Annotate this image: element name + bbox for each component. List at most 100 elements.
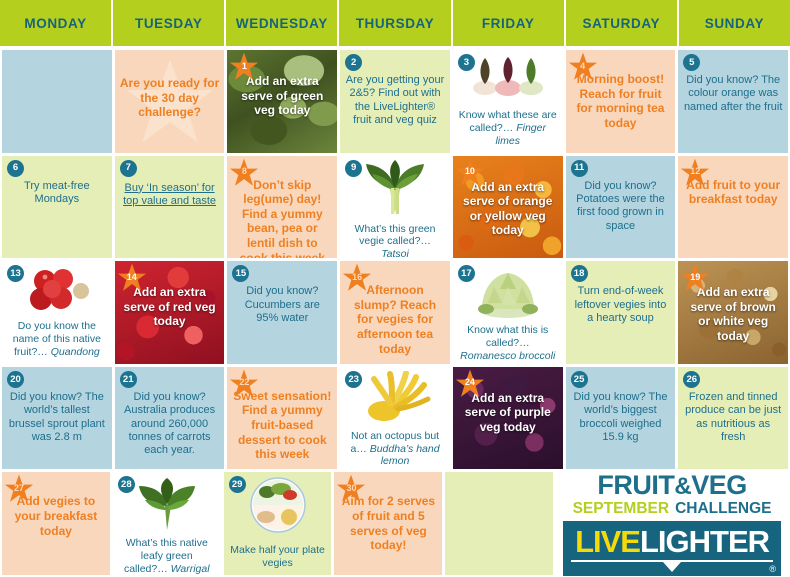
day-number-star-16: 16 [342,263,372,292]
weekday-header-sunday: SUNDAY [678,0,790,46]
calendar-grid: Are you ready for the 30 day challenge? 1… [0,48,790,577]
day-number-star-14: 14 [117,263,147,292]
day-number-7: 7 [119,159,137,177]
caption-text: Know what this is called?… [467,324,549,349]
promo-cell[interactable]: Are you ready for the 30 day challenge? [114,50,225,153]
day-number-25: 25 [570,370,588,388]
calendar-day-23[interactable]: 23 Not an octopus but a… Buddha’s hand le… [340,366,450,470]
day-number-6: 6 [7,159,24,177]
day-number-star-8: 8 [229,158,259,187]
calendar-day-9[interactable]: 9 What’s this green vegie called?… Tatsoi [340,155,450,259]
day-number-23: 23 [345,370,363,388]
weekday-header-wednesday: WEDNESDAY [226,0,340,46]
calendar-day-7[interactable]: 7 Buy ‘In season’ for top value and taste [114,155,225,259]
day-action-text: Afternoon slump? Reach for vegies for af… [354,283,437,356]
logo-title: FRUIT&VEG [563,472,781,499]
calendar-day-25[interactable]: 25 Did you know? The world’s biggest broc… [565,366,676,470]
calendar-day-14[interactable]: 14 Add an extra serve of red veg today [114,261,225,364]
day-number-star-30: 30 [336,474,366,503]
weekday-header-saturday: SATURDAY [565,0,679,46]
day-number-3: 3 [457,54,475,71]
caption-text: Make half your plate vegies [230,544,325,570]
calendar-day-5[interactable]: 5 Did you know? The colour orange was nam… [678,50,789,153]
calendar-day-6[interactable]: 6 Try meat-free Mondays [2,155,112,259]
weekday-header-row: MONDAY TUESDAY WEDNESDAY THURSDAY FRIDAY SATU… [0,0,790,48]
calendar-day-1[interactable]: 1 Add an extra serve of green veg today [227,50,338,153]
empty-cell [2,50,112,153]
calendar-day-12[interactable]: 12 Add fruit to your breakfast today [678,155,789,259]
day-number-star-19: 19 [680,263,710,292]
day-tip-text: Did you know? The world’s biggest brocco… [573,390,668,443]
calendar-day-26[interactable]: 26 Frozen and tinned produce can be just … [678,366,789,470]
caption-answer: Tatsoi [381,248,409,259]
produce-illustration-quandong [19,265,95,320]
calendar-week-row: 20 Did you know? The world’s tallest brus… [2,366,789,470]
calendar-week-row: 6 Try meat-free Mondays 7 Buy ‘In season’ f… [2,155,789,259]
day-tip-text: Try meat-free Mondays [24,179,90,205]
calendar-day-17[interactable]: 17 Know what this is called?… Romanesco b… [452,261,563,364]
day-action-text: Don’t skip leg(ume) day! Find a yummy be… [239,177,325,259]
day-action-text: Add an extra serve of orange or yellow v… [463,179,553,238]
day-action-text: Add an extra serve of brown or white veg… [690,285,776,344]
day-tip-text: Did you know? The world’s tallest brusse… [8,390,105,443]
logo-live: LIVE [575,524,641,560]
produce-illustration-plate [247,476,309,539]
day-number-9: 9 [345,159,363,177]
calendar-day-22[interactable]: 22 Sweet sensation! Find a yummy fruit-ba… [227,366,338,470]
calendar-day-16[interactable]: 16 Afternoon slump? Reach for vegies for … [340,261,450,364]
day-link-text[interactable]: Buy ‘In season’ for top value and taste [115,182,225,209]
logo-rule [571,559,773,563]
livelighter-wordmark: LIVELIGHTER ® [563,521,781,577]
calendar-week-row: Are you ready for the 30 day challenge? 1… [2,50,789,153]
calendar-day-27[interactable]: 27 Add vegies to your breakfast today [2,472,110,575]
produce-illustration-finger-limes [469,54,547,105]
calendar-day-2[interactable]: 2 Are you getting your 2&5? Find out with… [340,50,450,153]
day-number-18: 18 [570,265,588,283]
weekday-header-tuesday: TUESDAY [113,0,227,46]
calendar-day-20[interactable]: 20 Did you know? The world’s tallest brus… [2,366,112,470]
calendar-day-13[interactable]: 13 Do you know the name of this native fr… [2,261,112,364]
day-caption: Know what this is called?… Romanesco bro… [453,324,563,364]
calendar-day-30[interactable]: 30 Aim for 2 serves of fruit and 5 serves… [334,472,443,575]
logo-veg: VEG [691,470,747,501]
day-caption: Not an octopus but a… Buddha’s hand lemo… [340,430,450,470]
empty-cell [445,472,554,575]
day-number-29: 29 [228,476,246,494]
day-tip-text: Did you know? Australia produces around … [124,390,216,457]
caption-answer: Quandong [50,345,100,358]
day-number-star-27: 27 [4,474,34,503]
day-number-star-12: 12 [680,158,710,187]
calendar-day-29[interactable]: 29 Make half your plate vegies [223,472,332,575]
weekday-header-thursday: THURSDAY [339,0,453,46]
caption-answer: Romanesco broccoli [460,349,556,362]
produce-illustration-warrigal [129,476,205,537]
calendar-day-19[interactable]: 19 Add an extra serve of brown or white v… [678,261,789,364]
day-number-star-24: 24 [455,369,485,398]
calendar-day-24[interactable]: 24 Add an extra serve of purple veg today [452,366,563,470]
day-caption: What’s this green vegie called?… Tatsoi [340,223,450,259]
calendar-day-18[interactable]: 18 Turn end-of-week leftover vegies into … [565,261,676,364]
calendar-day-4[interactable]: 4 Morning boost! Reach for fruit for morn… [565,50,676,153]
produce-illustration-buddhas-hand [358,369,432,430]
day-number-17: 17 [457,265,475,283]
calendar-day-10[interactable]: 10 Add an extra serve of orange or yellow… [452,155,563,259]
calendar-day-11[interactable]: 11 Did you know? Potatoes were the first … [565,155,676,259]
logo-challenge: CHALLENGE [675,500,772,518]
day-number-26: 26 [683,370,701,388]
calendar-day-3[interactable]: 3 Know what these are called?… Finger lim… [452,50,563,153]
livelighter-logo: FRUIT&VEG SEPTEMBER CHALLENGE LIVELIGHTER ® [556,472,788,577]
day-tip-text: Did you know? Potatoes were the first fo… [576,179,665,232]
day-number-11: 11 [570,159,588,177]
calendar-day-8[interactable]: 8 Don’t skip leg(ume) day! Find a yummy b… [227,155,338,259]
calendar-day-21[interactable]: 21 Did you know? Australia produces aroun… [114,366,225,470]
calendar-day-28[interactable]: 28 What’s this native leafy green called?… [112,472,221,575]
logo-ampersand: & [674,473,692,501]
calendar-day-15[interactable]: 15 Did you know? Cucumbers are 95% water [227,261,338,364]
logo-september: SEPTEMBER [572,500,670,518]
calendar-week-row: 27 Add vegies to your breakfast today 28 Wh… [2,472,788,577]
day-number-star-10: 10 [455,158,485,187]
livelighter-word: LIVELIGHTER [575,524,770,560]
weekday-header-monday: MONDAY [0,0,114,46]
weekday-header-friday: FRIDAY [452,0,566,46]
day-number-star-22: 22 [229,369,259,398]
